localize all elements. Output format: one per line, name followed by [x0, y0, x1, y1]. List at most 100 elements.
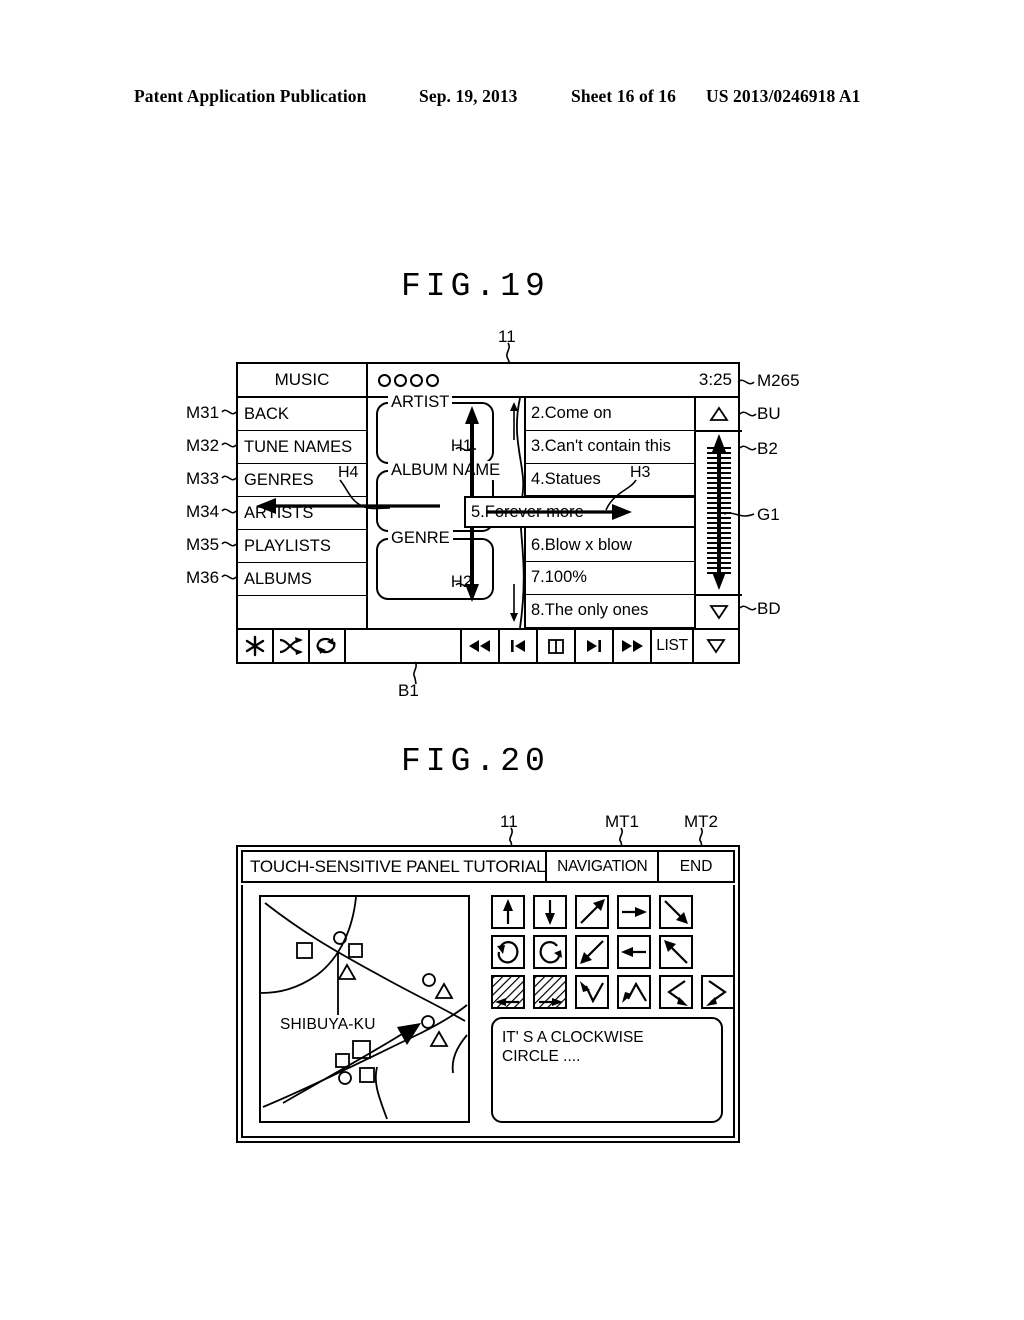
next-track-button[interactable] [576, 630, 614, 662]
menu-item-albums[interactable]: ALBUMS [238, 563, 366, 596]
list-button[interactable]: LIST [652, 630, 694, 662]
fast-forward-icon [622, 640, 643, 652]
ref-M265: M265 [757, 371, 800, 390]
rewind-icon [469, 640, 490, 652]
v-shape-icon [580, 981, 604, 1004]
circle-clockwise-icon [539, 941, 562, 964]
gesture-v-shape[interactable] [575, 975, 609, 1009]
fig19-right-leaders [723, 379, 757, 611]
rewind-button[interactable] [462, 630, 500, 662]
gesture-message-box: IT' S A CLOCKWISE CIRCLE .... [491, 1017, 723, 1123]
menu-item-back[interactable]: BACK [238, 398, 366, 431]
ref-G1: G1 [757, 505, 780, 524]
map-view[interactable]: SHIBUYA-KU [259, 895, 470, 1123]
circle-counterclockwise-icon [497, 941, 519, 964]
ref-B1: B1 [398, 681, 419, 700]
track-row[interactable]: 7.100% [526, 562, 694, 595]
hatched-swipe-left-icon [493, 977, 523, 1007]
genre-box-caption: GENRE [388, 529, 453, 548]
page-header: Patent Application Publication Sep. 19, … [134, 86, 890, 110]
fig20-device-panel: TOUCH-SENSITIVE PANEL TUTORIAL NAVIGATIO… [236, 845, 740, 1143]
map-graphics [261, 897, 468, 1120]
arrow-left-icon [621, 947, 646, 957]
gesture-arrow-up[interactable] [491, 895, 525, 929]
track-row[interactable]: 8.The only ones [526, 595, 694, 628]
ref-BU: BU [757, 404, 781, 423]
gesture-row-2 [491, 935, 723, 971]
right-chevron-icon [706, 980, 727, 1006]
sheet-number: Sheet 16 of 16 [571, 86, 676, 106]
fig19-status-bar: MUSIC 3:25 [238, 364, 738, 398]
gesture-row-1 [491, 895, 723, 931]
ref-M32: M32 [186, 436, 220, 455]
gesture-right-chevron[interactable] [701, 975, 735, 1009]
repeat-icon [316, 637, 336, 654]
sound-effect-button[interactable] [238, 630, 274, 662]
h4-leader [339, 479, 391, 510]
tutorial-title: TOUCH-SENSITIVE PANEL TUTORIAL [250, 856, 546, 876]
repeat-button[interactable] [310, 630, 346, 662]
h3-leader [605, 479, 637, 511]
track-dots-icon [378, 373, 439, 387]
arrow-up-left-icon [664, 940, 688, 964]
gesture-caret-shape[interactable] [617, 975, 651, 1009]
ref-M33: M33 [186, 469, 220, 488]
music-source-label: MUSIC [238, 364, 368, 396]
toolbar-more-button[interactable] [694, 630, 738, 662]
ref-B2: B2 [757, 439, 778, 458]
gesture-hatched-swipe-left[interactable] [491, 975, 525, 1009]
toolbar-blank-area [346, 630, 462, 662]
gesture-arrow-up-right[interactable] [575, 895, 609, 929]
fast-forward-button[interactable] [614, 630, 652, 662]
patent-number: US 2013/0246918 A1 [706, 86, 861, 106]
snowflake-icon [245, 635, 265, 657]
fig19-device-panel: MUSIC 3:25 BACK TUNE NAMES GENRES ARTIST… [236, 362, 742, 664]
map-area-label: SHIBUYA-KU [279, 1016, 377, 1034]
gesture-arrow-up-left[interactable] [659, 935, 693, 969]
track-row[interactable]: 2.Come on [526, 398, 694, 431]
ref-BD: BD [757, 599, 781, 618]
gesture-hatched-swipe-right[interactable] [533, 975, 567, 1009]
caret-shape-icon [622, 981, 647, 1003]
shuffle-button[interactable] [274, 630, 310, 662]
ref-M35: M35 [186, 535, 220, 554]
ref-M31: M31 [186, 403, 220, 422]
gesture-arrow-down-right[interactable] [659, 895, 693, 929]
next-track-icon [587, 640, 601, 652]
gesture-arrow-right[interactable] [617, 895, 651, 929]
gesture-arrow-down-left[interactable] [575, 935, 609, 969]
previous-track-button[interactable] [500, 630, 538, 662]
ref-M36: M36 [186, 568, 220, 587]
track-row[interactable]: 6.Blow x blow [526, 529, 694, 562]
gesture-palette [491, 895, 735, 1011]
artist-box-caption: ARTIST [388, 393, 453, 412]
figure-20-title: FIG.20 [401, 743, 550, 780]
end-button[interactable]: END [657, 852, 733, 881]
arrow-up-icon [503, 899, 513, 924]
menu-ref-leaders [221, 409, 237, 580]
left-chevron-icon [667, 980, 688, 1006]
fig19-body: BACK TUNE NAMES GENRES ARTISTS PLAYLISTS… [238, 393, 742, 629]
gesture-circle-clockwise[interactable] [533, 935, 567, 969]
triangle-down-icon [706, 639, 726, 654]
figure-19-title: FIG.19 [401, 268, 550, 305]
previous-track-icon [511, 640, 525, 652]
shuffle-icon [279, 637, 303, 655]
gesture-left-chevron[interactable] [659, 975, 693, 1009]
publication-date: Sep. 19, 2013 [419, 86, 518, 106]
arrow-right-icon [622, 907, 647, 917]
pause-button[interactable] [538, 630, 576, 662]
navigation-button[interactable]: NAVIGATION [545, 852, 657, 881]
gesture-circle-counterclockwise[interactable] [491, 935, 525, 969]
gesture-arrow-down[interactable] [533, 895, 567, 929]
fig20-content-area: SHIBUYA-KU IT' S A CLOCKWISE CIRCLE .... [241, 885, 735, 1138]
ref-M34: M34 [186, 502, 220, 521]
gesture-arrow-left[interactable] [617, 935, 651, 969]
arrow-down-right-icon [664, 900, 688, 924]
fig19-playback-toolbar: LIST [238, 628, 738, 662]
menu-item-tune-names[interactable]: TUNE NAMES [238, 431, 366, 464]
track-row[interactable]: 3.Can't contain this [526, 431, 694, 464]
publication-label: Patent Application Publication [134, 86, 367, 106]
menu-item-playlists[interactable]: PLAYLISTS [238, 530, 366, 563]
arrow-down-left-icon [580, 940, 604, 964]
